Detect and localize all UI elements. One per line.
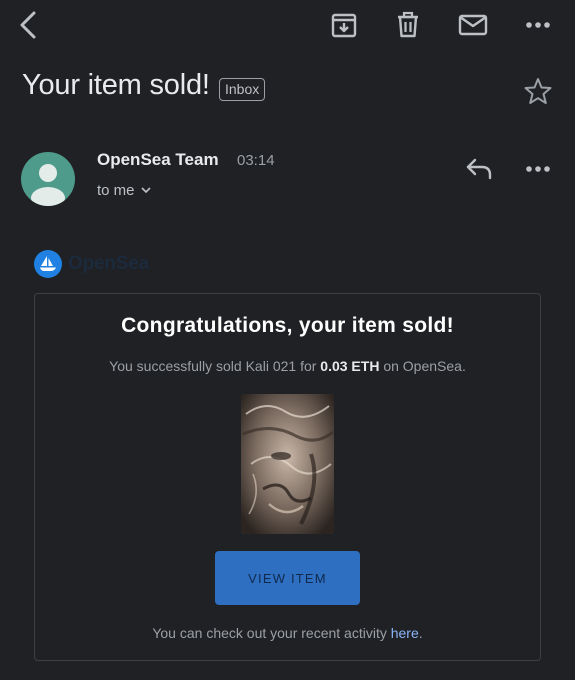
trash-icon: [398, 11, 418, 38]
reply-button[interactable]: [462, 154, 496, 184]
brand-name: OpenSea: [68, 253, 149, 274]
archive-button[interactable]: [326, 8, 362, 42]
delete-button[interactable]: [390, 8, 426, 42]
sailboat-icon: [40, 256, 56, 271]
email-subject: Your item sold!: [22, 69, 210, 101]
message-more-button[interactable]: [522, 154, 554, 184]
sale-price: 0.03 ETH: [320, 358, 380, 374]
recipients-label: to me: [97, 182, 135, 199]
inbox-label[interactable]: Inbox: [219, 78, 266, 101]
subject-row: Your item sold! Inbox: [22, 66, 553, 112]
sale-message-prefix: You successfully sold Kali 021 for: [109, 358, 317, 374]
opensea-logo: [34, 250, 62, 278]
more-icon: [526, 166, 550, 172]
mail-icon: [458, 14, 488, 36]
sale-message-suffix: on OpenSea.: [383, 358, 466, 374]
nft-image[interactable]: [241, 394, 334, 534]
back-button[interactable]: [10, 8, 46, 42]
person-icon: [31, 164, 65, 206]
top-toolbar: [0, 0, 575, 50]
archive-icon: [331, 13, 357, 38]
more-options-button[interactable]: [520, 8, 556, 42]
activity-message: You can check out your recent activity h…: [35, 625, 540, 641]
opensea-brand[interactable]: OpenSea: [34, 250, 149, 278]
email-view: Your item sold! Inbox OpenSea Team 03:14…: [0, 0, 575, 680]
recipients-toggle[interactable]: to me: [97, 182, 151, 199]
view-item-button[interactable]: VIEW ITEM: [215, 551, 360, 605]
star-icon: [524, 78, 552, 104]
more-icon: [526, 22, 550, 28]
sender-avatar[interactable]: [21, 152, 75, 206]
reply-icon: [466, 158, 492, 180]
card-title: Congratulations, your item sold!: [121, 314, 454, 337]
mark-unread-button[interactable]: [455, 8, 491, 42]
back-icon: [20, 11, 36, 39]
sale-card: Congratulations, your item sold! You suc…: [34, 293, 541, 661]
sender-name[interactable]: OpenSea Team: [97, 150, 219, 170]
chevron-down-icon: [140, 187, 151, 194]
email-time: 03:14: [237, 152, 275, 169]
activity-message-suffix: .: [418, 625, 423, 641]
star-button[interactable]: [523, 76, 553, 106]
nft-artwork-icon: [241, 394, 334, 534]
activity-link[interactable]: here: [391, 625, 419, 641]
sale-message: You successfully sold Kali 021 for 0.03 …: [35, 358, 540, 374]
activity-message-prefix: You can check out your recent activity: [152, 625, 387, 641]
